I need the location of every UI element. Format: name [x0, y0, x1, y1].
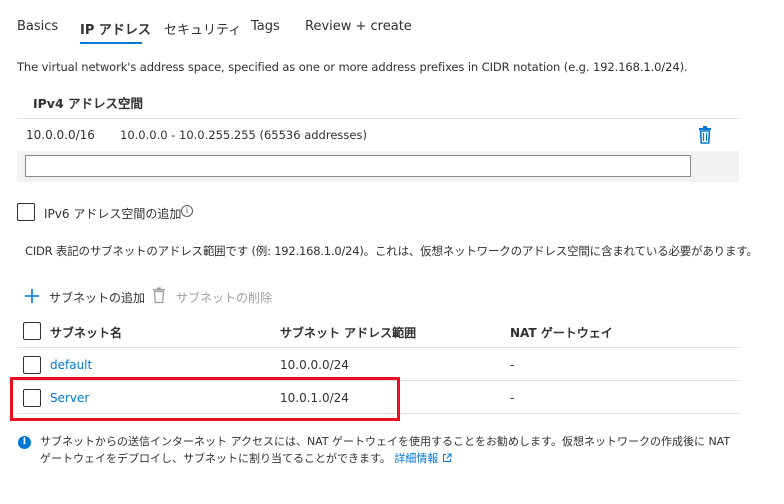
select-all-checkbox[interactable]	[23, 322, 41, 340]
active-tab-indicator	[80, 42, 142, 44]
info-icon[interactable]: i	[181, 205, 193, 217]
add-subnet-label: サブネットの追加	[49, 291, 146, 305]
row-checkbox[interactable]	[23, 356, 41, 374]
tab-basics[interactable]: Basics	[17, 19, 58, 34]
tab-ip-addresses[interactable]: IP アドレス	[80, 19, 151, 38]
subnet-toolbar: サブネットの追加 サブネットの削除	[24, 286, 324, 308]
nat-gateway-recommendation: サブネットからの送信インターネット アクセスには、NAT ゲートウェイを使用する…	[40, 433, 740, 467]
column-header-subnet-name[interactable]: サブネット名	[50, 324, 122, 341]
nat-gateway-recommendation-text: サブネットからの送信インターネット アクセスには、NAT ゲートウェイを使用する…	[40, 435, 731, 465]
tab-security[interactable]: セキュリティ	[164, 19, 241, 38]
trash-icon	[699, 126, 711, 144]
table-header: サブネット名 サブネット アドレス範囲 NAT ゲートウェイ	[17, 314, 739, 348]
subnet-address-range: 10.0.0.0/24	[280, 358, 349, 372]
ipv6-label: IPv6 アドレス空間の追加	[44, 207, 182, 221]
subnet-nat-gateway: -	[510, 391, 515, 405]
learn-more-link[interactable]: 詳細情報	[394, 452, 452, 465]
ipv6-checkbox[interactable]	[17, 203, 35, 221]
highlight-box	[10, 377, 400, 421]
column-header-nat-gateway[interactable]: NAT ゲートウェイ	[510, 324, 613, 341]
ipv4-range: 10.0.0.0 - 10.0.255.255 (65536 addresses…	[120, 128, 367, 142]
plus-icon	[25, 289, 39, 303]
ipv4-address-table: 10.0.0.0/16 10.0.0.0 - 10.0.255.255 (655…	[17, 118, 739, 182]
info-icon: i	[18, 436, 31, 449]
ipv4-address-row: 10.0.0.0/16 10.0.0.0 - 10.0.255.255 (655…	[17, 119, 739, 151]
tab-bar: Basics IP アドレス セキュリティ Tags Review + crea…	[0, 0, 784, 50]
ipv4-section-title: IPv4 アドレス空間	[33, 96, 144, 111]
subnet-nat-gateway: -	[510, 358, 515, 372]
address-space-description: The virtual network's address space, spe…	[17, 60, 688, 74]
tab-tags[interactable]: Tags	[251, 19, 280, 34]
ipv4-input-row	[17, 151, 739, 182]
learn-more-label: 詳細情報	[394, 452, 439, 465]
ipv4-address-input[interactable]	[25, 155, 691, 177]
tab-review-create[interactable]: Review + create	[305, 19, 412, 34]
trash-icon	[153, 287, 165, 304]
subnet-cidr-description: CIDR 表記のサブネットのアドレス範囲です (例: 192.168.1.0/2…	[25, 244, 758, 258]
delete-subnet-label: サブネットの削除	[176, 291, 273, 305]
ipv4-prefix: 10.0.0.0/16	[26, 128, 95, 142]
delete-address-space-button[interactable]	[696, 125, 714, 145]
column-header-address-range[interactable]: サブネット アドレス範囲	[280, 324, 416, 341]
external-link-icon	[443, 453, 452, 462]
subnet-name-link[interactable]: default	[50, 358, 92, 372]
